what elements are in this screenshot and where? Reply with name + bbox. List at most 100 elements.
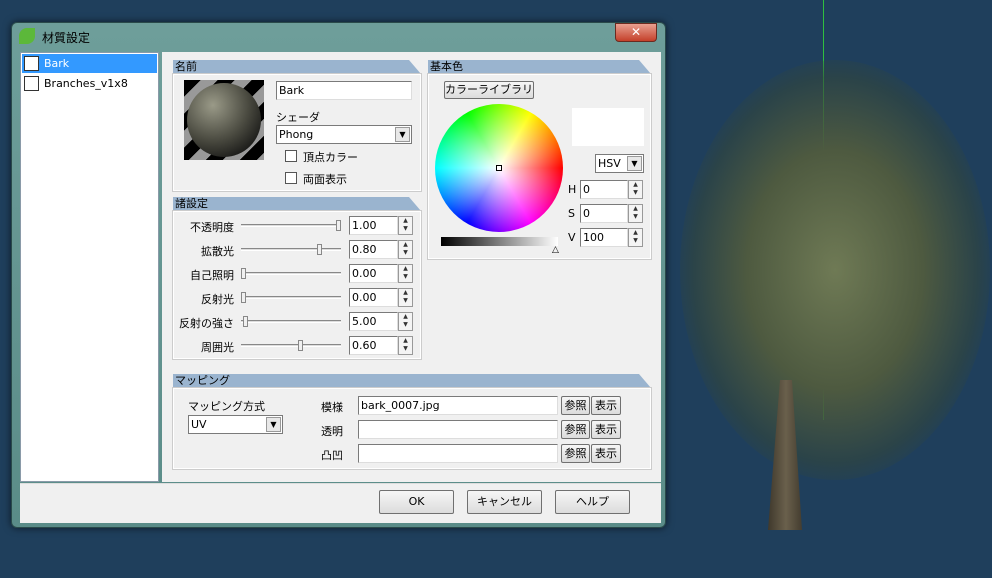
setting-spinner[interactable]: ▲ ▼ xyxy=(398,336,413,355)
setting-slider-thumb[interactable] xyxy=(298,340,303,351)
setting-spinner[interactable]: ▲ ▼ xyxy=(398,264,413,283)
browse-button[interactable]: 参照 xyxy=(561,420,590,439)
chevron-down-icon: ▼ xyxy=(627,156,642,171)
material-name: Branches_v1x8 xyxy=(44,77,128,90)
setting-value-input[interactable]: 0.80 xyxy=(349,240,398,259)
setting-value-input[interactable]: 5.00 xyxy=(349,312,398,331)
setting-spinner[interactable]: ▲ ▼ xyxy=(398,240,413,259)
h-input[interactable]: 0 xyxy=(580,180,628,199)
mapping-method-label: マッピング方式 xyxy=(188,400,265,413)
s-label: S xyxy=(568,207,575,220)
texture-file-input[interactable]: bark_0007.jpg xyxy=(358,396,558,415)
setting-slider-track[interactable] xyxy=(241,296,341,299)
shader-select[interactable]: Phong ▼ xyxy=(276,125,412,144)
v-input[interactable]: 100 xyxy=(580,228,628,247)
color-picker-marker[interactable] xyxy=(496,165,502,171)
spin-down-icon[interactable]: ▼ xyxy=(399,249,412,257)
material-checkbox[interactable] xyxy=(24,76,39,91)
ok-button[interactable]: OK xyxy=(379,490,454,514)
setting-value-input[interactable]: 0.60 xyxy=(349,336,398,355)
setting-label: 反射の強さ xyxy=(179,317,234,330)
setting-slider-thumb[interactable] xyxy=(242,316,248,327)
material-checkbox[interactable] xyxy=(24,56,39,71)
setting-slider-track[interactable] xyxy=(241,272,341,275)
spin-down-icon[interactable]: ▼ xyxy=(629,237,642,245)
show-button[interactable]: 表示 xyxy=(591,444,621,463)
show-button[interactable]: 表示 xyxy=(591,420,621,439)
help-button[interactable]: ヘルプ xyxy=(555,490,630,514)
setting-spinner[interactable]: ▲ ▼ xyxy=(398,312,413,331)
spin-down-icon[interactable]: ▼ xyxy=(399,321,412,329)
setting-slider-thumb[interactable] xyxy=(317,244,322,255)
material-item-bark[interactable]: Bark xyxy=(22,54,157,73)
h-label: H xyxy=(568,183,577,196)
setting-slider-thumb[interactable] xyxy=(241,268,246,279)
material-preview xyxy=(184,80,264,160)
spin-down-icon[interactable]: ▼ xyxy=(629,213,642,221)
close-button[interactable]: ✕ xyxy=(615,23,657,42)
value-slider-triangle-icon[interactable]: △ xyxy=(552,245,559,255)
spin-up-icon[interactable]: ▲ xyxy=(399,241,412,249)
name-group-header: 名前 xyxy=(173,60,421,74)
s-input[interactable]: 0 xyxy=(580,204,628,223)
color-group-header: 基本色 xyxy=(428,60,651,74)
setting-label: 拡散光 xyxy=(201,245,234,258)
show-button[interactable]: 表示 xyxy=(591,396,621,415)
cancel-button[interactable]: キャンセル xyxy=(467,490,542,514)
setting-slider-track[interactable] xyxy=(241,248,341,251)
shader-label: シェーダ xyxy=(276,111,320,124)
setting-label: 不透明度 xyxy=(190,221,234,234)
material-properties-panel: 名前 Bark シェーダ Phong ▼ 頂点カラー 両面表示 諸設定 不透明度 1… xyxy=(162,52,661,482)
setting-label: 周囲光 xyxy=(201,341,234,354)
tree-model xyxy=(680,60,990,480)
vertex-color-checkbox[interactable] xyxy=(285,150,297,162)
setting-value-input[interactable]: 1.00 xyxy=(349,216,398,235)
material-name-input[interactable]: Bark xyxy=(276,81,412,100)
color-swatch xyxy=(572,108,644,146)
setting-slider-thumb[interactable] xyxy=(241,292,246,303)
browse-button[interactable]: 参照 xyxy=(561,396,590,415)
browse-button[interactable]: 参照 xyxy=(561,444,590,463)
s-spinner[interactable]: ▲ ▼ xyxy=(628,204,643,223)
setting-spinner[interactable]: ▲ ▼ xyxy=(398,216,413,235)
color-mode-select[interactable]: HSV ▼ xyxy=(595,154,644,173)
spin-up-icon[interactable]: ▲ xyxy=(399,337,412,345)
color-wheel[interactable] xyxy=(435,104,563,232)
spin-down-icon[interactable]: ▼ xyxy=(629,189,642,197)
chevron-down-icon: ▼ xyxy=(266,417,281,432)
material-item-branches[interactable]: Branches_v1x8 xyxy=(22,74,157,93)
setting-slider-track[interactable] xyxy=(241,320,341,323)
spin-down-icon[interactable]: ▼ xyxy=(399,273,412,281)
texture-label: 模様 xyxy=(321,401,343,414)
h-spinner[interactable]: ▲ ▼ xyxy=(628,180,643,199)
double-sided-checkbox[interactable] xyxy=(285,172,297,184)
mapping-method-select[interactable]: UV ▼ xyxy=(188,415,283,434)
mapping-method-value: UV xyxy=(191,418,207,431)
setting-slider-track[interactable] xyxy=(241,224,341,227)
setting-slider-thumb[interactable] xyxy=(336,220,341,231)
spin-up-icon[interactable]: ▲ xyxy=(399,289,412,297)
shader-value: Phong xyxy=(279,128,314,141)
spin-up-icon[interactable]: ▲ xyxy=(629,181,642,189)
spin-up-icon[interactable]: ▲ xyxy=(399,265,412,273)
spin-up-icon[interactable]: ▲ xyxy=(629,229,642,237)
setting-spinner[interactable]: ▲ ▼ xyxy=(398,288,413,307)
material-list: Bark Branches_v1x8 xyxy=(20,52,159,482)
spin-up-icon[interactable]: ▲ xyxy=(399,217,412,225)
spin-up-icon[interactable]: ▲ xyxy=(629,205,642,213)
spin-down-icon[interactable]: ▼ xyxy=(399,297,412,305)
texture-file-input[interactable] xyxy=(358,444,558,463)
v-label: V xyxy=(568,231,576,244)
texture-file-input[interactable] xyxy=(358,420,558,439)
setting-slider-track[interactable] xyxy=(241,344,341,347)
color-mode-value: HSV xyxy=(598,157,621,170)
spin-down-icon[interactable]: ▼ xyxy=(399,345,412,353)
spin-up-icon[interactable]: ▲ xyxy=(399,313,412,321)
setting-value-input[interactable]: 0.00 xyxy=(349,264,398,283)
v-spinner[interactable]: ▲ ▼ xyxy=(628,228,643,247)
value-gradient-bar[interactable] xyxy=(441,237,558,246)
texture-label: 透明 xyxy=(321,425,343,438)
color-library-button[interactable]: カラーライブラリ xyxy=(444,81,534,99)
setting-value-input[interactable]: 0.00 xyxy=(349,288,398,307)
spin-down-icon[interactable]: ▼ xyxy=(399,225,412,233)
